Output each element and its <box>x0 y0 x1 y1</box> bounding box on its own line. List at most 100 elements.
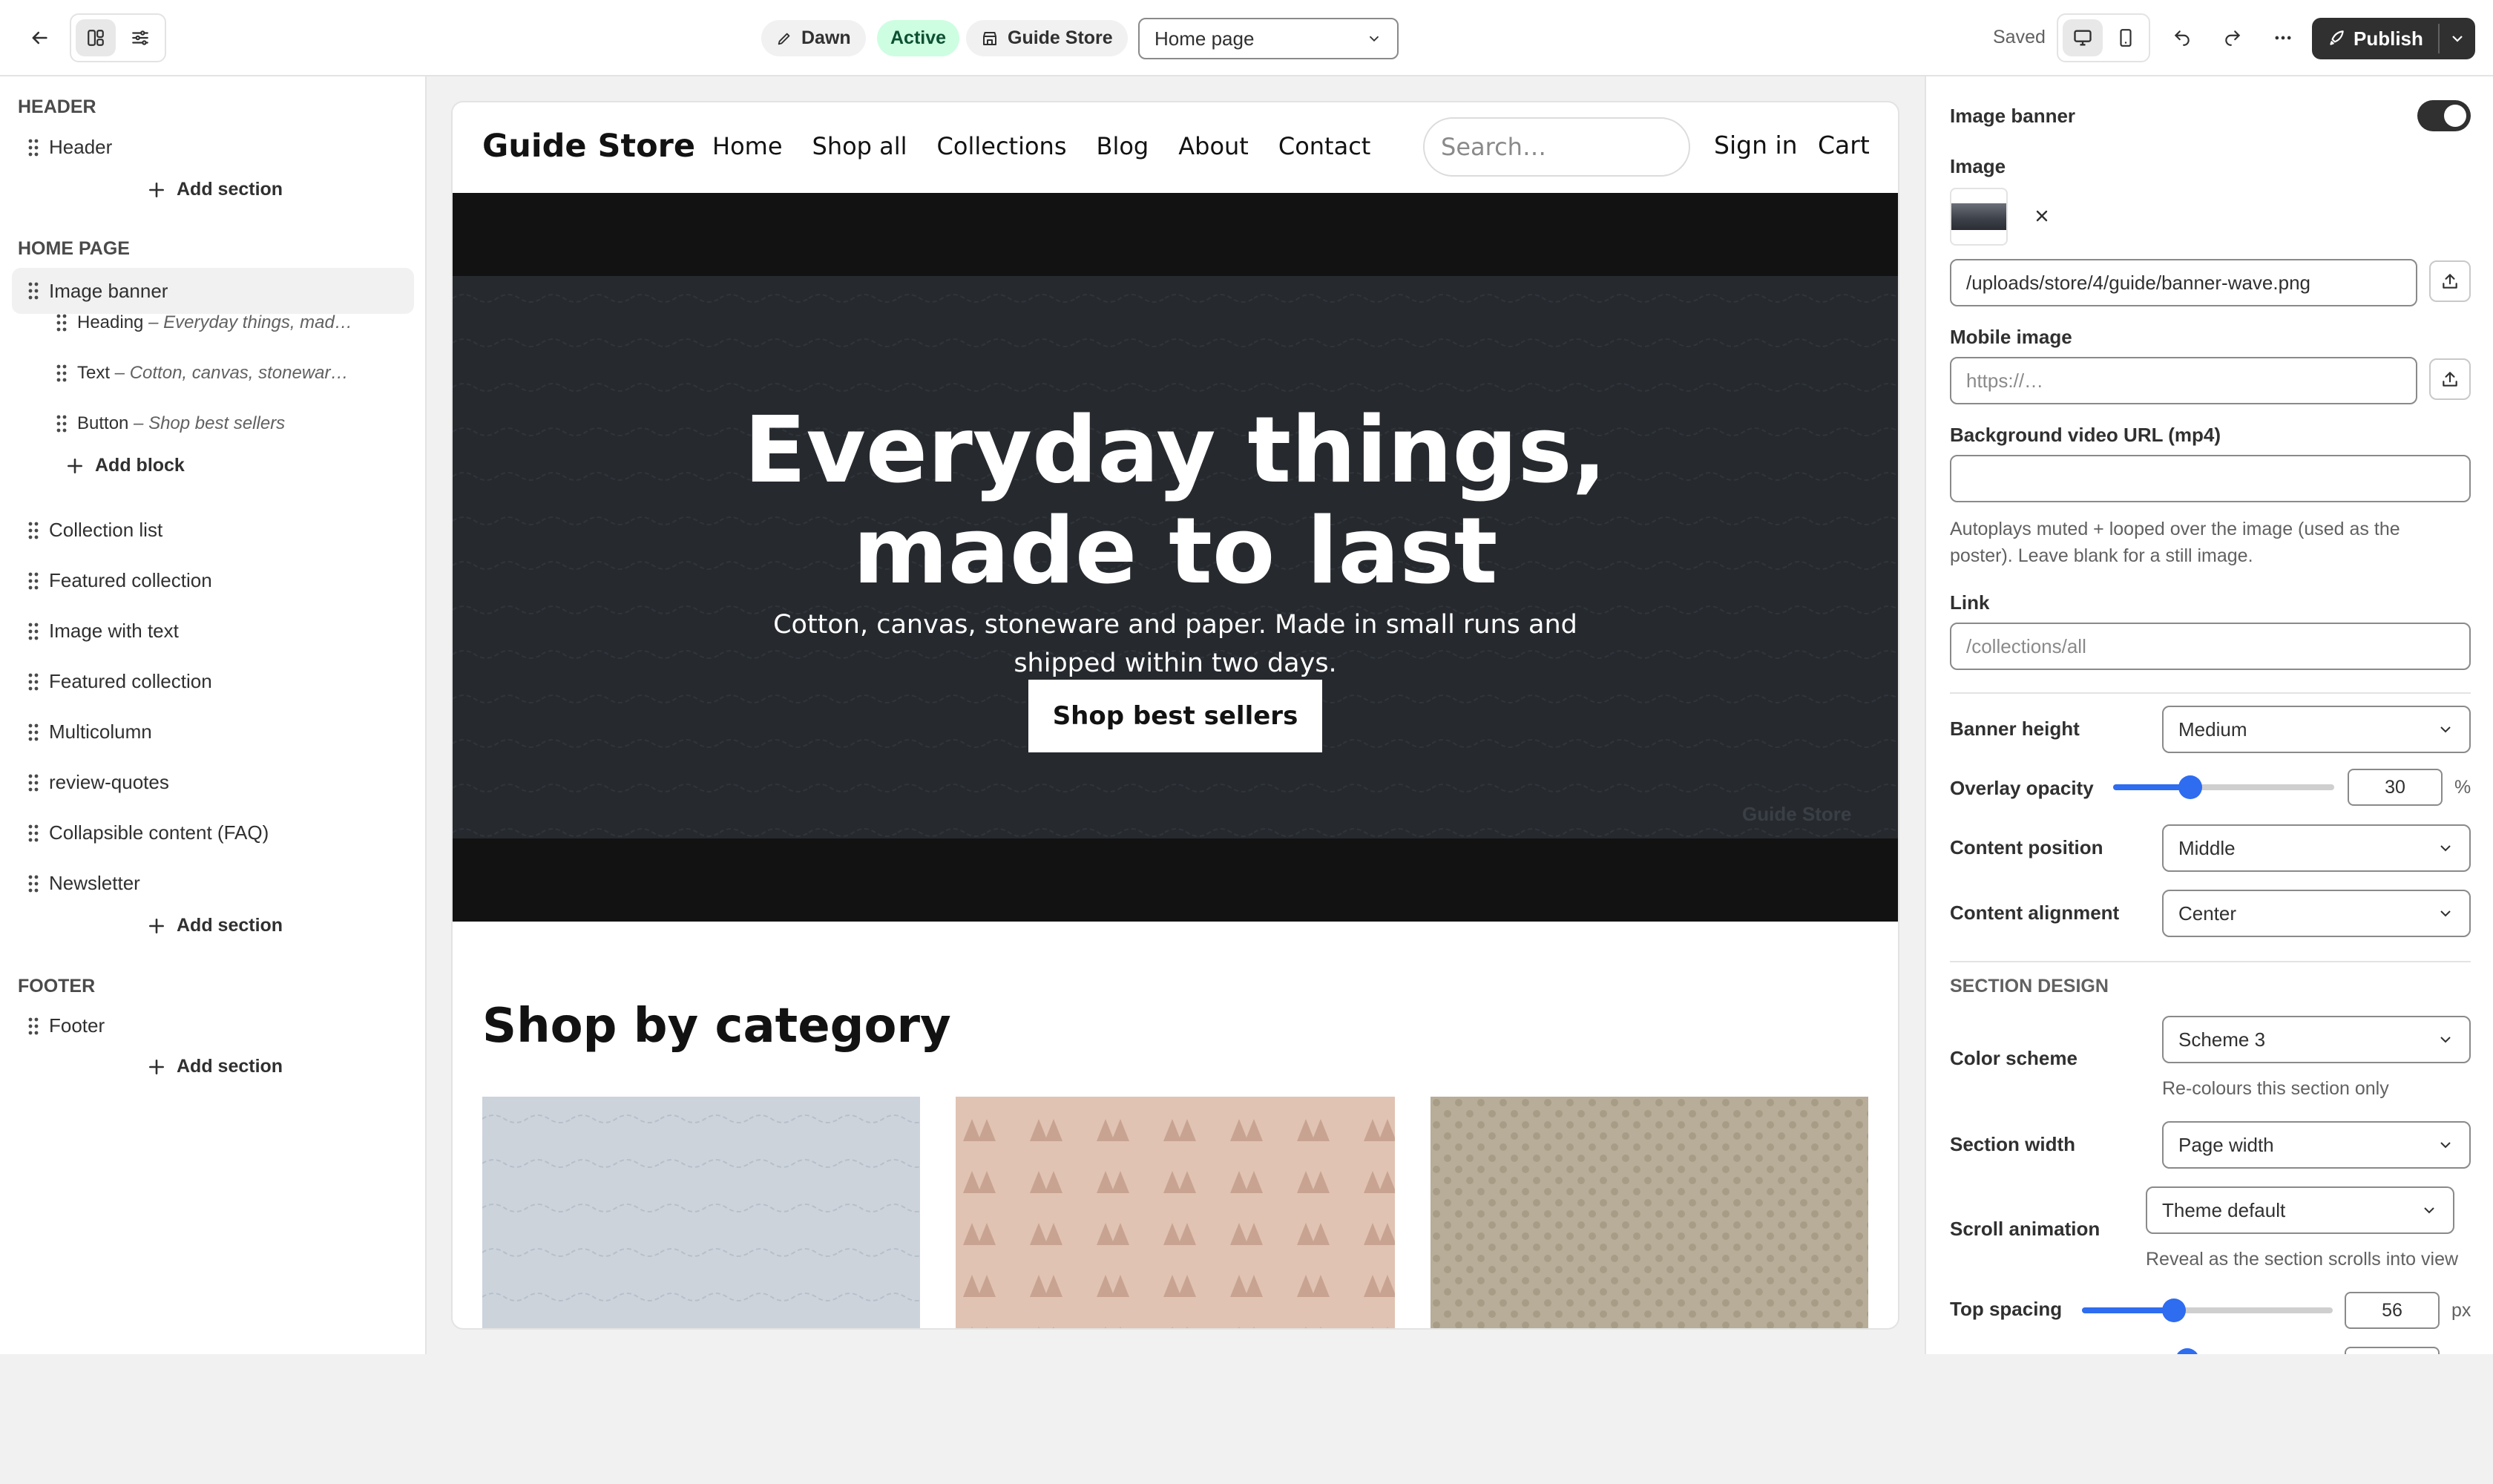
category-card-1[interactable] <box>482 1097 920 1328</box>
content-alignment-select[interactable]: Center <box>2162 890 2471 937</box>
nav-collections[interactable]: Collections <box>937 132 1067 160</box>
section-newsletter[interactable]: Newsletter <box>28 872 140 895</box>
nav-contact[interactable]: Contact <box>1278 132 1371 160</box>
nav-shop-all[interactable]: Shop all <box>812 132 907 160</box>
video-help-line-1: Autoplays muted + looped over the image … <box>1950 519 2400 539</box>
category-card-2[interactable] <box>956 1097 1395 1328</box>
close-icon <box>2036 210 2048 222</box>
block-text[interactable]: Text – Cotton, canvas, stonewar… <box>56 363 349 384</box>
section-multicolumn[interactable]: Multicolumn <box>28 720 152 743</box>
overlay-opacity-thumb[interactable] <box>2178 775 2202 799</box>
nav-home[interactable]: Home <box>712 132 783 160</box>
section-featured-collection-2[interactable]: Featured collection <box>28 670 212 693</box>
drag-handle-icon[interactable] <box>28 875 39 893</box>
video-url-field[interactable] <box>1950 455 2471 502</box>
nav-about[interactable]: About <box>1178 132 1249 160</box>
drag-handle-icon[interactable] <box>28 774 39 792</box>
section-label: Multicolumn <box>49 720 152 743</box>
drag-handle-icon[interactable] <box>28 139 39 157</box>
page-select[interactable]: Home page <box>1138 18 1399 59</box>
drag-handle-icon[interactable] <box>28 522 39 539</box>
add-block-button[interactable]: Add block <box>65 455 185 476</box>
home-page-group-title: HOME PAGE <box>18 238 130 259</box>
section-visibility-toggle[interactable] <box>2417 100 2471 131</box>
bottom-spacing-input[interactable] <box>2345 1347 2440 1354</box>
section-image-with-text[interactable]: Image with text <box>28 620 179 643</box>
header-group-title: HEADER <box>18 96 96 117</box>
nav-blog[interactable]: Blog <box>1097 132 1149 160</box>
desktop-preview-button[interactable] <box>2063 19 2103 56</box>
section-review-quotes[interactable]: review-quotes <box>28 771 169 794</box>
cart-link[interactable]: Cart <box>1818 131 1870 160</box>
drag-handle-icon[interactable] <box>28 623 39 640</box>
image-path-field[interactable]: /uploads/store/4/guide/banner-wave.png <box>1950 259 2417 306</box>
hero-button-label: Shop best sellers <box>1052 701 1298 731</box>
mobile-image-field[interactable]: https://… <box>1950 357 2417 404</box>
theme-name-pill[interactable]: Dawn <box>761 20 866 56</box>
hero-heading-line-2: made to last <box>853 499 1498 605</box>
drag-handle-icon[interactable] <box>28 824 39 842</box>
category-card-3[interactable] <box>1431 1097 1868 1328</box>
undo-button[interactable] <box>2164 19 2201 56</box>
sign-in-link[interactable]: Sign in <box>1714 131 1798 160</box>
overlay-opacity-unit: % <box>2454 777 2471 798</box>
publish-button-group: Publish <box>2312 18 2475 59</box>
add-section-home-button[interactable]: Add section <box>147 915 283 936</box>
settings-divider <box>1950 692 2471 694</box>
section-header[interactable]: Header <box>28 136 112 159</box>
drag-handle-icon[interactable] <box>28 723 39 741</box>
block-heading[interactable]: Heading – Everyday things, mad… <box>56 312 352 333</box>
content-position-select[interactable]: Middle <box>2162 824 2471 872</box>
image-thumbnail[interactable] <box>1950 188 2008 246</box>
overlay-opacity-input[interactable]: 30 <box>2348 769 2443 806</box>
section-collection-list[interactable]: Collection list <box>28 519 162 542</box>
drag-handle-icon[interactable] <box>56 364 67 382</box>
publish-button[interactable]: Publish <box>2312 18 2438 59</box>
more-actions-button[interactable] <box>2264 19 2302 56</box>
top-spacing-thumb[interactable] <box>2162 1298 2186 1322</box>
rocket-icon <box>2330 30 2344 45</box>
store-title[interactable]: Guide Store <box>482 128 695 165</box>
store-pill[interactable]: Guide Store <box>966 20 1128 56</box>
pencil-icon <box>778 33 790 45</box>
remove-image-button[interactable] <box>2027 201 2057 231</box>
drag-handle-icon[interactable] <box>28 673 39 691</box>
add-section-footer-button[interactable]: Add section <box>147 1056 283 1077</box>
sections-sidebar: HEADER Header Add section HOME PAGE Imag… <box>0 76 427 1354</box>
banner-height-select[interactable]: Medium <box>2162 706 2471 753</box>
add-section-header-button[interactable]: Add section <box>147 179 283 200</box>
link-field[interactable]: /collections/all <box>1950 623 2471 670</box>
section-image-banner-label: Image banner <box>49 279 168 302</box>
hero-button[interactable]: Shop best sellers <box>1028 680 1322 752</box>
color-scheme-select[interactable]: Scheme 3 <box>2162 1016 2471 1063</box>
section-footer[interactable]: Footer <box>28 1014 105 1037</box>
image-banner-section[interactable]: Everyday things, made to last Cotton, ca… <box>453 193 1898 922</box>
mobile-image-upload-button[interactable] <box>2429 358 2471 400</box>
top-spacing-input[interactable]: 56 <box>2345 1292 2440 1329</box>
drag-handle-icon[interactable] <box>28 282 39 300</box>
thumbnail-preview <box>1951 203 2006 230</box>
section-collapsible-content[interactable]: Collapsible content (FAQ) <box>28 821 269 844</box>
sections-view-button[interactable] <box>76 19 116 56</box>
publish-options-button[interactable] <box>2440 18 2475 59</box>
back-button[interactable] <box>21 19 58 56</box>
drag-handle-icon[interactable] <box>28 572 39 590</box>
mobile-preview-button[interactable] <box>2106 19 2146 56</box>
bottom-spacing-thumb[interactable] <box>2175 1348 2199 1354</box>
banner-height-label: Banner height <box>1950 718 2080 740</box>
drag-handle-icon[interactable] <box>28 1017 39 1035</box>
settings-view-button[interactable] <box>120 19 160 56</box>
drag-handle-icon[interactable] <box>56 314 67 332</box>
drag-handle-icon[interactable] <box>56 415 67 433</box>
hero-text: Cotton, canvas, stoneware and paper. Mad… <box>453 605 1898 683</box>
image-upload-button[interactable] <box>2429 260 2471 302</box>
sliders-icon <box>132 30 148 45</box>
scroll-animation-select[interactable]: Theme default <box>2146 1186 2454 1234</box>
block-button[interactable]: Button – Shop best sellers <box>56 413 285 434</box>
section-width-select[interactable]: Page width <box>2162 1121 2471 1169</box>
store-search-input[interactable]: Search… <box>1423 117 1690 177</box>
redo-button[interactable] <box>2214 19 2251 56</box>
section-image-banner[interactable]: Image banner <box>12 268 414 314</box>
section-featured-collection[interactable]: Featured collection <box>28 569 212 592</box>
active-badge-label: Active <box>890 27 947 48</box>
